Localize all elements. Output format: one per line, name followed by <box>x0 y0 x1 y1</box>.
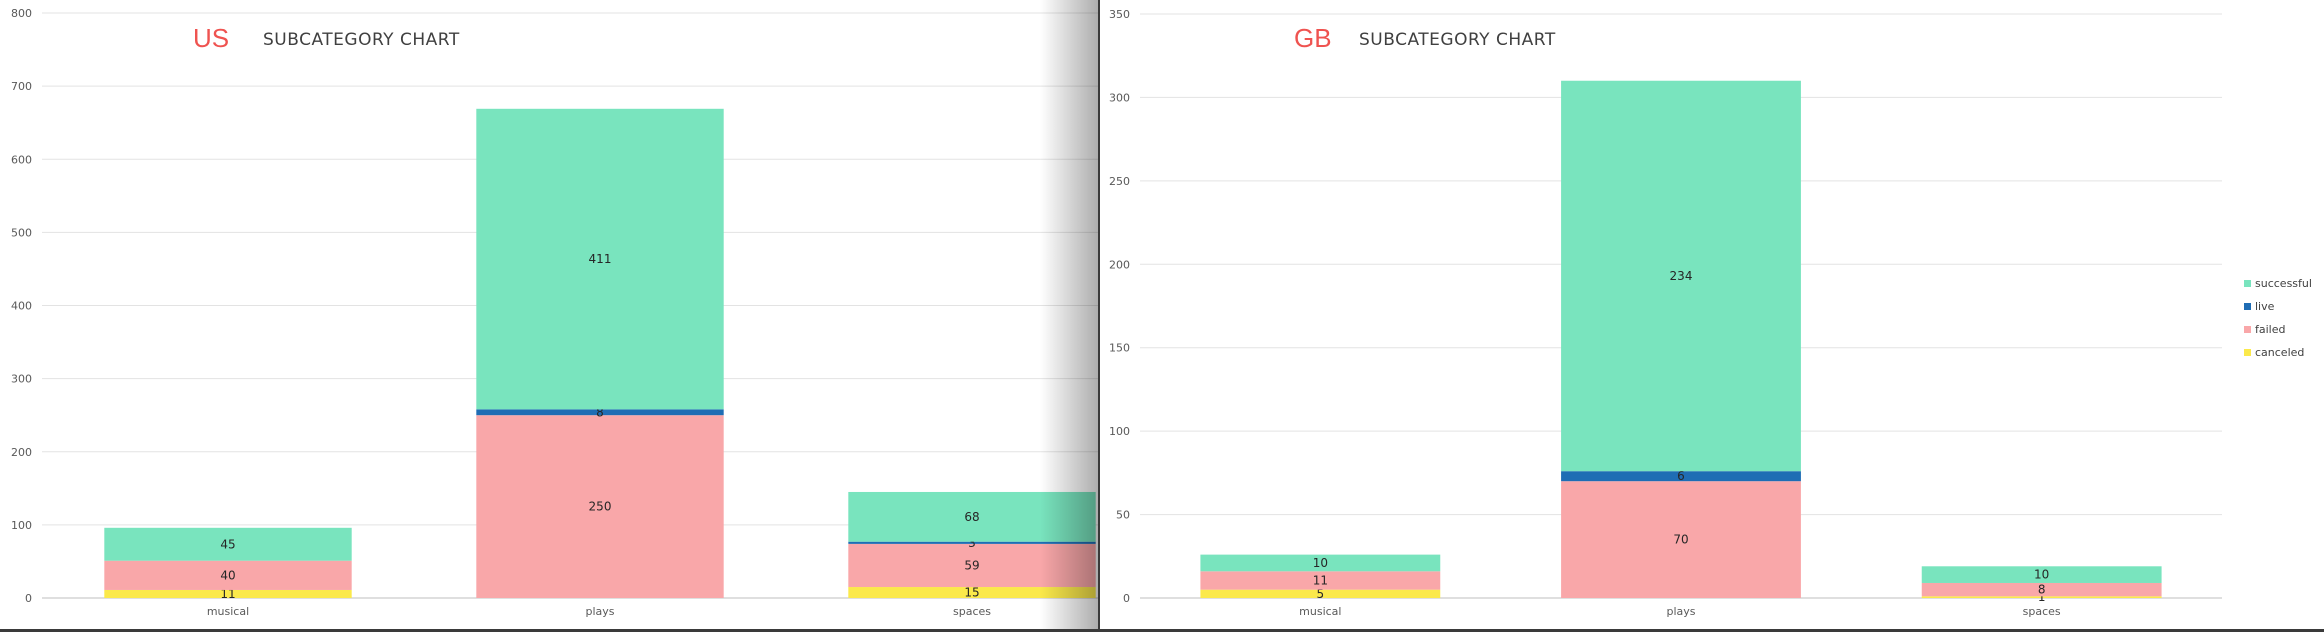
us-subcategory-chart: 0100200300400500600700800114045musical25… <box>11 7 1098 618</box>
gb-data-label-plays-failed: 70 <box>1673 533 1688 547</box>
us-category-label-plays: plays <box>585 605 614 618</box>
gb-ytick-label-200: 200 <box>1109 258 1130 271</box>
us-ytick-label-600: 600 <box>11 153 32 166</box>
gb-data-label-plays-live: 6 <box>1677 469 1685 483</box>
gb-data-label-musical-failed: 11 <box>1313 573 1328 587</box>
legend-label-canceled: canceled <box>2255 346 2305 359</box>
gb-subcategory-chart: 05010015020025030035051110musical706234p… <box>1109 8 2222 618</box>
us-ytick-label-700: 700 <box>11 80 32 93</box>
legend-item-live: live <box>2244 295 2322 318</box>
us-data-label-spaces-failed: 59 <box>964 558 979 572</box>
gb-ytick-label-50: 50 <box>1116 509 1130 522</box>
gb-data-label-plays-successful: 234 <box>1670 269 1693 283</box>
us-data-label-spaces-canceled: 15 <box>964 586 979 600</box>
us-ytick-label-200: 200 <box>11 446 32 459</box>
us-ytick-label-800: 800 <box>11 7 32 20</box>
gb-ytick-label-100: 100 <box>1109 425 1130 438</box>
gb-ytick-label-350: 350 <box>1109 8 1130 21</box>
us-data-label-musical-failed: 40 <box>220 568 235 582</box>
dual-chart-screen: 0 100 200 300 400 500 600 700 800 11 40 45 musical 25… <box>0 0 2324 632</box>
gb-category-label-spaces: spaces <box>2023 605 2061 618</box>
legend-swatch-live <box>2244 303 2251 310</box>
us-ytick-label-100: 100 <box>11 519 32 532</box>
gb-category-label-plays: plays <box>1666 605 1695 618</box>
gb-chart-title: SUBCATEGORY CHART <box>1359 30 1556 50</box>
legend-label-successful: successful <box>2255 277 2312 290</box>
gb-ytick-label-250: 250 <box>1109 175 1130 188</box>
gb-data-label-spaces-successful: 10 <box>2034 568 2049 582</box>
legend-swatch-failed <box>2244 326 2251 333</box>
us-data-label-spaces-successful: 68 <box>964 510 979 524</box>
legend-item-canceled: canceled <box>2244 341 2322 364</box>
legend-item-successful: successful <box>2244 272 2322 295</box>
us-data-label-plays-successful: 411 <box>589 252 612 266</box>
gb-data-label-musical-successful: 10 <box>1313 556 1328 570</box>
us-data-label-plays-failed: 250 <box>589 500 612 514</box>
us-ytick-label-0: 0 <box>25 592 32 605</box>
gb-category-label-musical: musical <box>1299 605 1341 618</box>
us-ytick-label-300: 300 <box>11 373 32 386</box>
gb-ytick-label-150: 150 <box>1109 342 1130 355</box>
legend-item-failed: failed <box>2244 318 2322 341</box>
gb-ytick-label-0: 0 <box>1123 592 1130 605</box>
us-category-label-musical: musical <box>207 605 249 618</box>
gb-country-label: GB <box>1294 23 1332 53</box>
us-country-label: US <box>193 23 230 53</box>
us-chart-panel: 0 100 200 300 400 500 600 700 800 11 40 45 musical 25… <box>0 0 1098 632</box>
legend-swatch-canceled <box>2244 349 2251 356</box>
legend-label-live: live <box>2255 300 2275 313</box>
gb-data-label-spaces-failed: 8 <box>2038 583 2046 597</box>
window-divider <box>1098 0 1100 632</box>
us-data-label-musical-successful: 45 <box>220 537 235 551</box>
legend-swatch-successful <box>2244 280 2251 287</box>
legend-label-failed: failed <box>2255 323 2286 336</box>
us-category-label-spaces: spaces <box>953 605 991 618</box>
gb-ytick-label-300: 300 <box>1109 91 1130 104</box>
gb-chart-panel: 0 50 100 150 200 250 300 350 5 11 10 musical 70 6 234 p… <box>1098 0 2324 632</box>
us-ytick-label-500: 500 <box>11 226 32 239</box>
us-chart-title: SUBCATEGORY CHART <box>263 30 460 50</box>
chart-legend: successful live failed canceled <box>2244 272 2322 364</box>
us-ytick-label-400: 400 <box>11 300 32 313</box>
